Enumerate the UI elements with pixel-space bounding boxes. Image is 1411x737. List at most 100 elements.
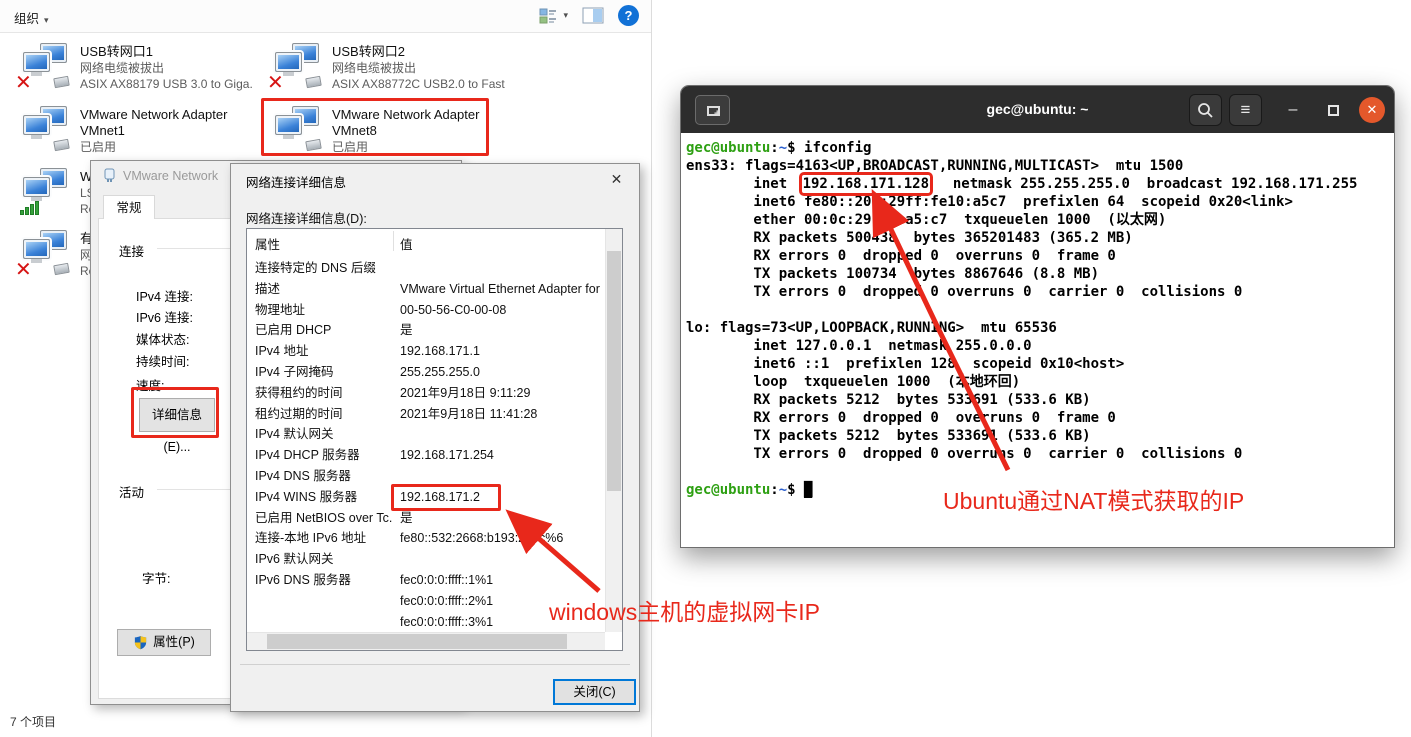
status-dialog-title: VMware Network <box>123 169 218 183</box>
view-mode-icon[interactable] <box>539 8 557 24</box>
ethernet-plug-icon <box>53 139 70 151</box>
details-dialog-titlebar[interactable]: 网络连接详细信息 ✕ <box>231 164 639 194</box>
detail-row[interactable]: IPv4 WINS 服务器192.168.171.2 <box>247 487 605 508</box>
detail-row[interactable]: IPv4 DNS 服务器 <box>247 466 605 487</box>
vscroll-thumb[interactable] <box>607 251 621 491</box>
connection-row-label: IPv6 连接: <box>136 307 193 326</box>
ethernet-plug-icon <box>53 263 70 275</box>
help-icon[interactable]: ? <box>618 5 639 26</box>
detail-row[interactable]: 已启用 NetBIOS over Tc...是 <box>247 508 605 529</box>
terminal-line: inet 127.0.0.1 netmask 255.0.0.0 <box>686 337 1394 355</box>
annotation-ubuntu-ip: Ubuntu通过NAT模式获取的IP <box>943 482 1244 516</box>
detail-row[interactable]: IPv6 默认网关 <box>247 549 605 570</box>
explorer-toolbar: 组织▾ ▾ ? <box>0 0 651 33</box>
close-button[interactable]: 关闭(C) <box>553 679 636 705</box>
detail-value: 192.168.171.1 <box>400 341 603 362</box>
adapter-text: VMware Network Adapter VMnet1已启用 <box>80 105 253 155</box>
detail-row[interactable]: IPv6 DNS 服务器fec0:0:0:ffff::1%1 <box>247 570 605 591</box>
detail-row[interactable]: 已启用 DHCP是 <box>247 320 605 341</box>
listview-header: 属性 值 <box>247 229 605 254</box>
adapter-status: 网络电缆被拔出 <box>332 60 505 76</box>
properties-button[interactable]: 属性(P) <box>117 629 211 656</box>
search-button[interactable] <box>1189 94 1222 126</box>
listview-rows: 连接特定的 DNS 后缀描述VMware Virtual Ethernet Ad… <box>247 258 605 632</box>
item-count: 7 个项目 <box>10 713 56 730</box>
section-activity-label: 活动 <box>119 482 144 501</box>
details-button[interactable]: 详细信息(E)... <box>139 398 215 432</box>
section-connection-label: 连接 <box>119 241 144 260</box>
ubuntu-terminal-window: + gec@ubuntu: ~ ≡ – ✕ gec@ubuntu:~$ ifco… <box>680 85 1395 548</box>
details-list-label: 网络连接详细信息(D): <box>246 208 367 227</box>
terminal-line: RX packets 500438 bytes 365201483 (365.2… <box>686 229 1394 247</box>
network-adapter-item[interactable]: ✕USB转网口1网络电缆被拔出ASIX AX88179 USB 3.0 to G… <box>18 42 253 92</box>
horizontal-scrollbar[interactable] <box>247 632 605 650</box>
detail-property: IPv4 DNS 服务器 <box>255 466 393 487</box>
terminal-line: TX errors 0 dropped 0 overruns 0 carrier… <box>686 283 1394 301</box>
detail-row[interactable]: IPv4 地址192.168.171.1 <box>247 341 605 362</box>
detail-value: 2021年9月18日 11:41:28 <box>400 404 603 425</box>
detail-row[interactable]: 连接-本地 IPv6 地址fe80::532:2668:b193:215c%6 <box>247 528 605 549</box>
ethernet-plug-icon <box>305 139 322 151</box>
hamburger-icon: ≡ <box>1241 100 1251 120</box>
detail-value: 00-50-56-C0-00-08 <box>400 300 603 321</box>
terminal-line <box>686 463 1394 481</box>
detail-row[interactable]: 获得租约的时间2021年9月18日 9:11:29 <box>247 383 605 404</box>
organize-button[interactable]: 组织▾ <box>14 8 49 27</box>
detail-row[interactable]: IPv4 默认网关 <box>247 424 605 445</box>
details-dialog-title: 网络连接详细信息 <box>246 172 346 191</box>
network-adapter-icon: ✕ <box>18 42 72 90</box>
network-adapter-item[interactable]: VMware Network Adapter VMnet1已启用 <box>18 105 253 155</box>
preview-pane-icon[interactable] <box>582 7 604 24</box>
adapter-text: VMware Network Adapter VMnet8已启用 <box>332 105 505 155</box>
detail-value: fe80::532:2668:b193:215c%6 <box>400 528 603 549</box>
detail-row[interactable]: 物理地址 00-50-56-C0-00-08 <box>247 300 605 321</box>
network-adapter-item[interactable]: VMware Network Adapter VMnet8已启用 <box>270 105 505 155</box>
detail-row[interactable]: 描述VMware Virtual Ethernet Adapter for <box>247 279 605 300</box>
detail-property: 连接特定的 DNS 后缀 <box>255 258 393 279</box>
close-icon[interactable]: ✕ <box>594 164 639 194</box>
menu-button[interactable]: ≡ <box>1229 94 1262 126</box>
connection-row-label: 持续时间: <box>136 351 189 370</box>
terminal-line: inet6 fe80::20c:29ff:fe10:a5c7 prefixlen… <box>686 193 1394 211</box>
terminal-line <box>686 301 1394 319</box>
detail-row[interactable]: IPv4 子网掩码255.255.255.0 <box>247 362 605 383</box>
adapter-status: 网络电缆被拔出 <box>80 60 253 76</box>
detail-property: IPv4 WINS 服务器 <box>255 487 393 508</box>
divider <box>240 664 630 665</box>
tab-general[interactable]: 常规 <box>103 195 155 219</box>
connection-details-dialog: 网络连接详细信息 ✕ 网络连接详细信息(D): 属性 值 连接特定的 DNS 后… <box>230 163 640 712</box>
annotation-windows-ip: windows主机的虚拟网卡IP <box>549 593 820 627</box>
detail-property: IPv4 默认网关 <box>255 424 393 445</box>
terminal-titlebar[interactable]: + gec@ubuntu: ~ ≡ – ✕ <box>681 86 1394 133</box>
column-divider <box>393 231 394 251</box>
hscroll-thumb[interactable] <box>267 634 567 649</box>
close-button[interactable]: ✕ <box>1359 97 1385 123</box>
terminal-line: RX packets 5212 bytes 533691 (533.6 KB) <box>686 391 1394 409</box>
detail-row[interactable]: IPv4 DHCP 服务器192.168.171.254 <box>247 445 605 466</box>
network-adapter-item[interactable]: ✕USB转网口2网络电缆被拔出ASIX AX88772C USB2.0 to F… <box>270 42 505 92</box>
vertical-scrollbar[interactable] <box>605 229 622 632</box>
detail-value: 255.255.255.0 <box>400 362 603 383</box>
properties-button-label: 属性(P) <box>153 630 195 655</box>
detail-row[interactable]: 租约过期的时间2021年9月18日 11:41:28 <box>247 404 605 425</box>
detail-property: 物理地址 <box>255 300 393 321</box>
detail-property: 已启用 NetBIOS over Tc... <box>255 508 393 529</box>
terminal-line: ens33: flags=4163<UP,BROADCAST,RUNNING,M… <box>686 157 1394 175</box>
detail-value: 2021年9月18日 9:11:29 <box>400 383 603 404</box>
maximize-button[interactable] <box>1319 94 1347 126</box>
detail-property: IPv6 DNS 服务器 <box>255 570 393 591</box>
search-icon <box>1197 102 1214 119</box>
disconnected-x-icon: ✕ <box>15 260 32 280</box>
detail-row[interactable]: 连接特定的 DNS 后缀 <box>247 258 605 279</box>
network-adapter-dialog-icon <box>103 168 116 183</box>
terminal-line: TX errors 0 dropped 0 overruns 0 carrier… <box>686 445 1394 463</box>
view-mode-caret-icon[interactable]: ▾ <box>563 10 568 21</box>
adapter-device: ASIX AX88179 USB 3.0 to Giga... <box>80 76 253 92</box>
detail-property: 描述 <box>255 279 393 300</box>
terminal-line: gec@ubuntu:~$ ifconfig <box>686 139 1394 157</box>
terminal-line: ether 00:0c:29:10:a5:c7 txqueuelen 1000 … <box>686 211 1394 229</box>
terminal-line: RX errors 0 dropped 0 overruns 0 frame 0 <box>686 247 1394 265</box>
minimize-button[interactable]: – <box>1279 94 1307 126</box>
new-tab-button[interactable]: + <box>695 95 730 125</box>
terminal-line: inet 192.168.171.128 netmask 255.255.255… <box>686 175 1394 193</box>
